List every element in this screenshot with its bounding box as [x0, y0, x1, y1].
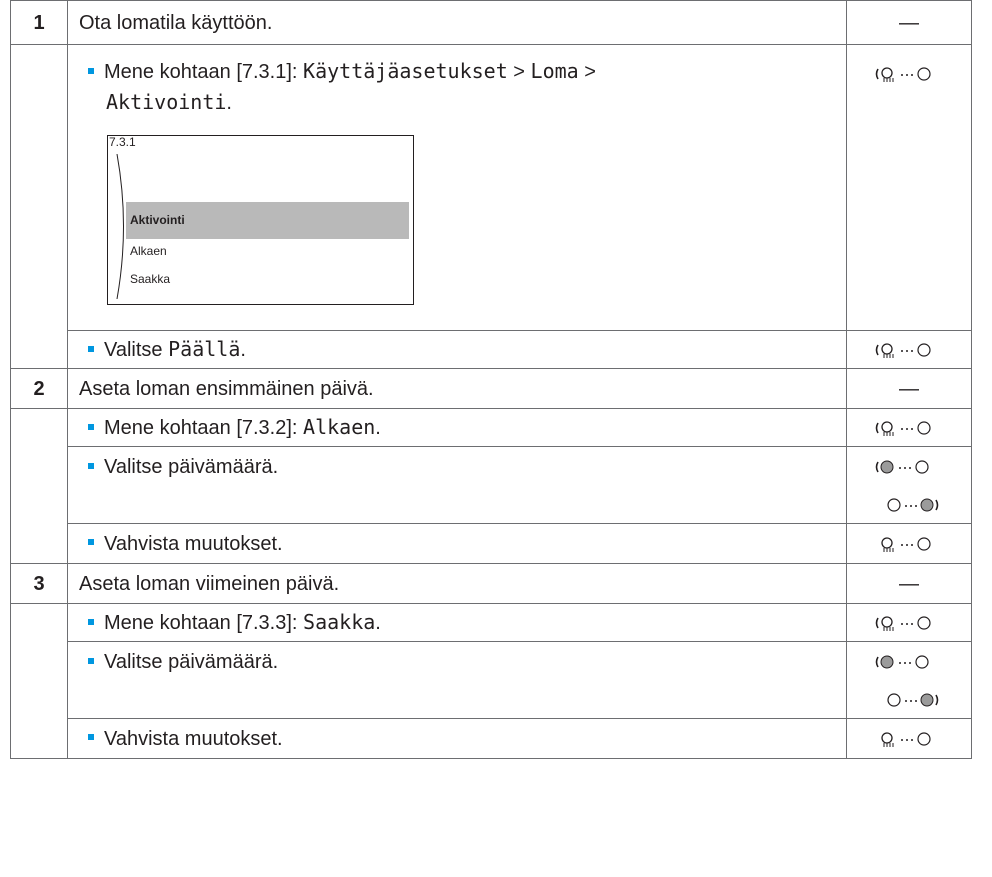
- press-dial-left-icon: [881, 537, 931, 553]
- bullet: [88, 539, 94, 546]
- menu-from: Alkaen: [303, 415, 376, 439]
- step-3-substep-confirm: Vahvista muutokset.: [67, 718, 847, 759]
- step-number-3: 3: [10, 563, 68, 604]
- bullet: [88, 67, 94, 74]
- instruction-table: 1 Ota lomatila käyttöön. — Mene kohtaan …: [10, 0, 972, 759]
- rotate-dial-left-icon: [875, 421, 931, 437]
- select-label: Valitse: [104, 339, 163, 361]
- step-2-heading: Aseta loman ensimmäinen päivä.: [67, 368, 847, 409]
- select-date-label: Valitse päivämäärä.: [104, 651, 279, 673]
- confirm-label: Vahvista muutokset.: [104, 727, 283, 750]
- turn-left-dial-icon: [875, 655, 929, 669]
- value-on: Päällä: [168, 337, 241, 361]
- path-separator: >: [584, 61, 596, 83]
- step-1-heading: Ota lomatila käyttöön.: [67, 0, 847, 45]
- turn-right-dial-icon: [887, 693, 939, 707]
- path-item-1: Käyttäjäasetukset: [303, 59, 508, 83]
- action-cell: [846, 718, 972, 759]
- action-cell: [846, 330, 972, 369]
- action-cell: [846, 446, 972, 524]
- path-item-2: Loma: [530, 59, 579, 83]
- step-2-span: [10, 408, 68, 564]
- goto-prefix: Mene kohtaan [7.3.1]:: [104, 61, 298, 83]
- action-cell: [846, 641, 972, 719]
- goto-prefix: Mene kohtaan [7.3.3]:: [104, 612, 298, 634]
- rotate-dial-left-icon: [875, 616, 931, 632]
- screen-item-until: Saakka: [130, 272, 171, 286]
- menu-until: Saakka: [303, 610, 376, 634]
- bullet: [88, 618, 94, 625]
- step-1-span: [10, 44, 68, 369]
- path-separator: >: [513, 61, 525, 83]
- no-action-dash: —: [846, 0, 972, 45]
- rotate-dial-left-icon: [875, 67, 931, 82]
- turn-left-dial-icon: [875, 460, 929, 474]
- bullet: [88, 423, 94, 430]
- press-dial-left-icon: [881, 732, 931, 748]
- path-item-3: Aktivointi: [106, 90, 227, 114]
- step-number-2: 2: [10, 368, 68, 409]
- step-3-span: [10, 603, 68, 759]
- step-1-substep-select: Valitse Päällä.: [67, 330, 847, 369]
- screen-menu-code: 7.3.1: [109, 135, 136, 149]
- step-2-substep-confirm: Vahvista muutokset.: [67, 523, 847, 564]
- step-1-substep-goto: Mene kohtaan [7.3.1]: Käyttäjäasetukset …: [67, 44, 847, 331]
- turn-right-dial-icon: [887, 498, 939, 512]
- rotate-dial-left-icon: [875, 343, 931, 359]
- step-3-substep-goto: Mene kohtaan [7.3.3]: Saakka.: [67, 603, 847, 642]
- controller-screen-mock: 7.3.1 Aktivointi Alkaen Saakka: [107, 135, 414, 305]
- confirm-label: Vahvista muutokset.: [104, 532, 283, 555]
- action-cell: [846, 603, 972, 642]
- action-cell: [846, 44, 972, 331]
- bullet: [88, 734, 94, 741]
- step-2-substep-date: Valitse päivämäärä.: [67, 446, 847, 524]
- step-3-substep-date: Valitse päivämäärä.: [67, 641, 847, 719]
- step-number-1: 1: [10, 0, 68, 45]
- bullet: [88, 345, 94, 352]
- bullet: [88, 462, 94, 469]
- no-action-dash: —: [846, 563, 972, 604]
- action-cell: [846, 523, 972, 564]
- bullet: [88, 657, 94, 664]
- no-action-dash: —: [846, 368, 972, 409]
- goto-prefix: Mene kohtaan [7.3.2]:: [104, 417, 298, 439]
- step-2-substep-goto: Mene kohtaan [7.3.2]: Alkaen.: [67, 408, 847, 447]
- step-3-heading: Aseta loman viimeinen päivä.: [67, 563, 847, 604]
- select-date-label: Valitse päivämäärä.: [104, 456, 279, 478]
- action-cell: [846, 408, 972, 447]
